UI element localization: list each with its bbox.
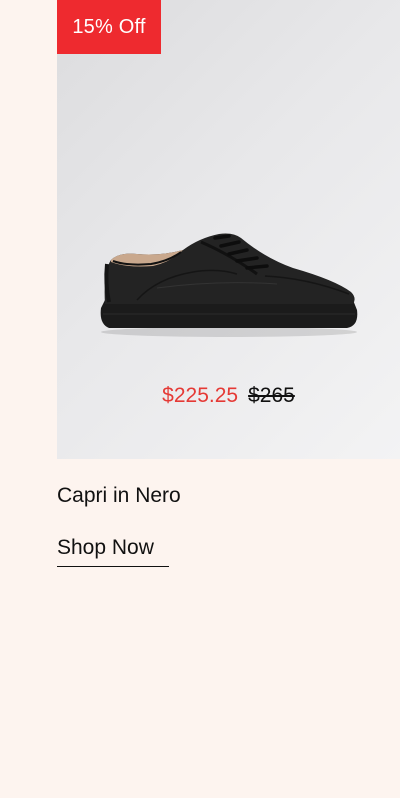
product-name[interactable]: Capri in Nero xyxy=(57,482,181,510)
sale-price: $225.25 xyxy=(162,384,239,407)
discount-badge: 15% Off xyxy=(57,0,161,54)
shop-now-link[interactable]: Shop Now xyxy=(57,534,169,567)
product-card[interactable]: 15% Off $225.25 $265 xyxy=(57,0,400,459)
original-price: $265 xyxy=(248,384,295,407)
price-group: $225.25 $265 xyxy=(57,382,400,410)
product-image[interactable] xyxy=(97,228,361,340)
